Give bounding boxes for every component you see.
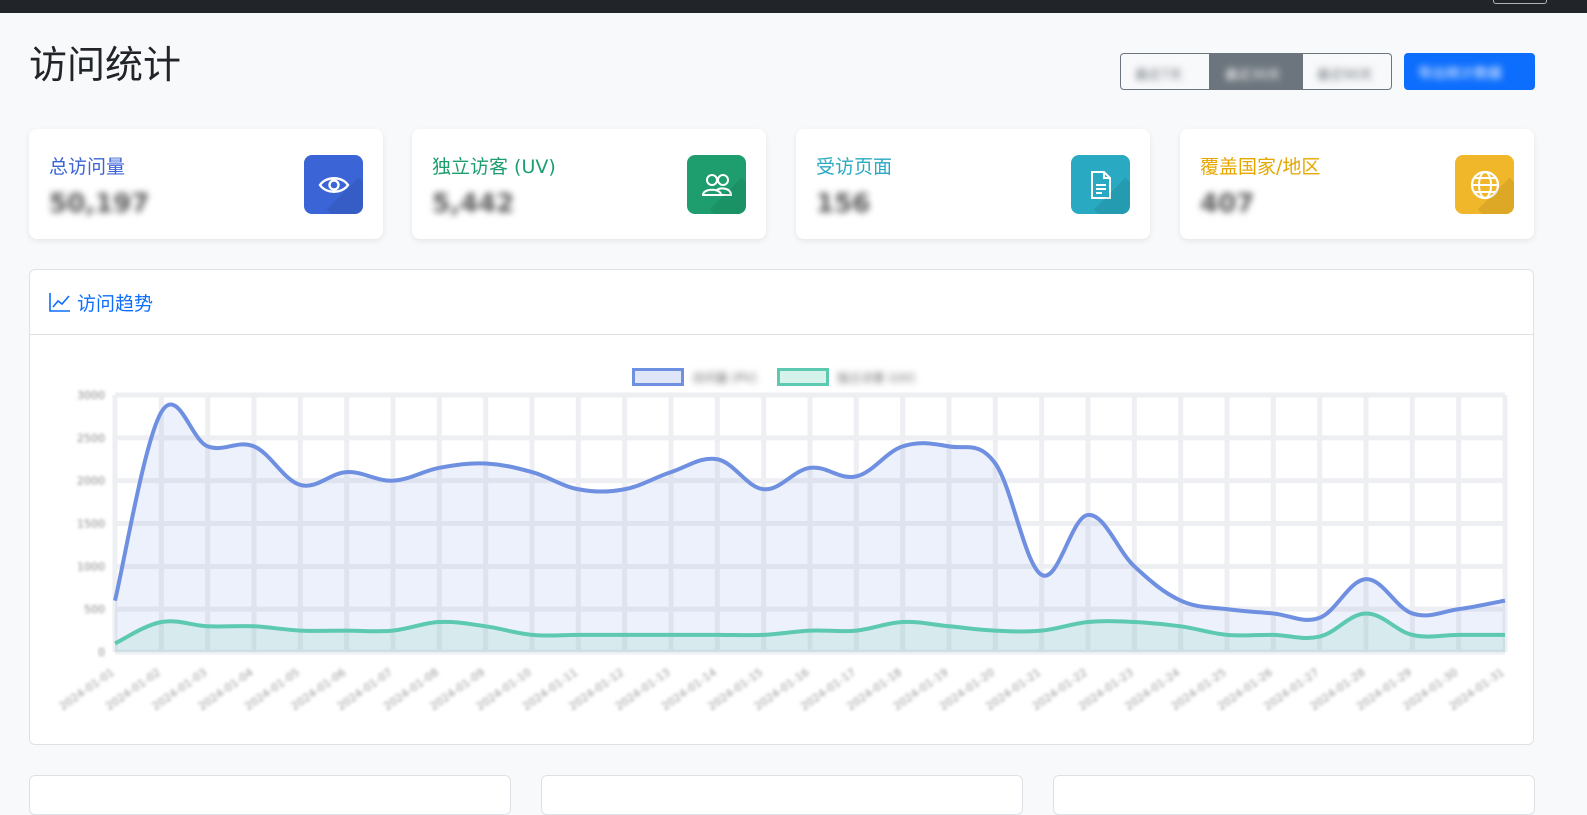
bottom-card-2 <box>541 775 1023 815</box>
bottom-card-3 <box>1053 775 1535 815</box>
stat-card-visited-pages: 受访页面 156 <box>796 129 1150 239</box>
stat-label: 受访页面 <box>816 156 893 178</box>
bottom-card-1 <box>29 775 511 815</box>
stat-value: 407 <box>1200 189 1255 219</box>
y-tick-label: 500 <box>84 603 105 616</box>
range-button-label: 最近7天 <box>1135 68 1183 83</box>
stat-card-countries: 覆盖国家/地区 407 <box>1180 129 1534 239</box>
stat-label: 总访问量 <box>49 156 126 178</box>
y-tick-label: 3000 <box>77 389 105 402</box>
y-tick-label: 2500 <box>77 432 105 445</box>
range-button-group: 最近7天 最近30天 最近90天 <box>1120 53 1392 90</box>
y-tick-label: 2000 <box>77 475 105 488</box>
stat-value: 156 <box>816 189 871 219</box>
range-button-30d[interactable]: 最近30天 <box>1210 53 1302 90</box>
legend-item-pv[interactable]: 访问量 (PV) <box>632 367 757 387</box>
trend-chart-title: 访问趋势 <box>77 292 154 315</box>
users-icon <box>687 155 746 214</box>
trend-chart-header: 访问趋势 <box>30 270 1533 335</box>
stat-label: 覆盖国家/地区 <box>1200 156 1321 178</box>
export-button[interactable]: 导出统计数据 <box>1404 53 1535 90</box>
line-chart-icon <box>49 293 70 312</box>
range-button-label: 最近90天 <box>1317 68 1373 83</box>
y-tick-label: 0 <box>98 646 105 659</box>
stat-card-unique-visitors: 独立访客 (UV) 5,442 <box>412 129 766 239</box>
y-tick-label: 1000 <box>77 560 105 573</box>
globe-icon <box>1455 155 1514 214</box>
document-icon <box>1071 155 1130 214</box>
trend-chart: 0500100015002000250030002024-01-012024-0… <box>57 389 1508 713</box>
legend-swatch <box>777 368 829 386</box>
legend-label: 访问量 (PV) <box>692 370 757 385</box>
stat-label: 独立访客 (UV) <box>432 156 556 178</box>
navbar-toggle[interactable] <box>1493 0 1547 4</box>
top-navbar <box>0 0 1587 13</box>
y-tick-label: 1500 <box>77 518 105 531</box>
eye-icon <box>304 155 363 214</box>
range-button-7d[interactable]: 最近7天 <box>1120 53 1210 90</box>
page-title: 访问统计 <box>29 43 182 87</box>
range-button-label: 最近30天 <box>1225 68 1281 83</box>
legend-swatch <box>632 368 684 386</box>
stat-value: 50,197 <box>49 189 150 219</box>
range-button-90d[interactable]: 最近90天 <box>1302 53 1392 90</box>
export-button-label: 导出统计数据 <box>1418 66 1502 82</box>
legend-item-uv[interactable]: 独立访客 (UV) <box>777 367 915 387</box>
legend-label: 独立访客 (UV) <box>837 370 916 385</box>
stat-card-total-visits: 总访问量 50,197 <box>29 129 383 239</box>
stat-value: 5,442 <box>432 189 515 219</box>
